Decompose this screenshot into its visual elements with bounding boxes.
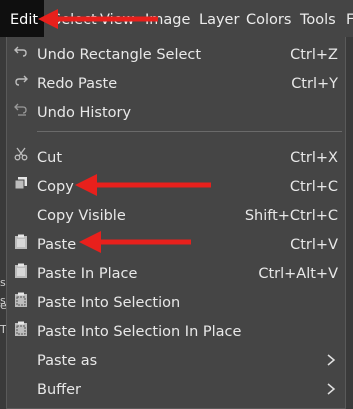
menu-item-buffer[interactable]: Buffer [7, 374, 345, 403]
menubar-layer[interactable]: Layer [199, 0, 239, 37]
menu-item-undo[interactable]: Undo Rectangle Select Ctrl+Z [7, 39, 345, 68]
menu-item-label: Undo History [37, 105, 132, 121]
menu-item-paste-as[interactable]: Paste as [7, 345, 345, 374]
menu-item-cut[interactable]: Cut Ctrl+X [7, 142, 345, 171]
clipboard-icon [13, 263, 29, 281]
chevron-right-icon [327, 354, 336, 366]
menu-item-copy-visible[interactable]: Copy Visible Shift+Ctrl+C [7, 200, 345, 229]
menu-item-paste-into-selection[interactable]: Paste Into Selection [7, 287, 345, 316]
annotation-arrow-paste [79, 231, 191, 253]
chevron-right-icon [327, 383, 336, 395]
redo-icon [13, 73, 29, 91]
menubar-tools[interactable]: Tools [300, 0, 336, 37]
menu-item-undo-history[interactable]: Undo History [7, 97, 345, 126]
copy-icon [13, 176, 29, 194]
undo-icon [13, 44, 29, 62]
background-canvas-right [346, 37, 353, 409]
menubar-colors[interactable]: Colors [246, 0, 291, 37]
undo-history-icon [13, 102, 29, 120]
annotation-arrow-copy [75, 174, 211, 196]
background-glyph: s [0, 276, 6, 289]
menu-item-redo[interactable]: Redo Paste Ctrl+Y [7, 68, 345, 97]
menu-separator [37, 131, 342, 132]
clipboard-icon [13, 234, 29, 252]
menu-item-paste-in-place[interactable]: Paste In Place Ctrl+Alt+V [7, 258, 345, 287]
menu-item-label: Buffer [37, 382, 82, 398]
edit-dropdown-menu: Undo Rectangle Select Ctrl+Z Redo Paste … [6, 37, 346, 409]
menubar-f[interactable]: F [346, 0, 353, 37]
menu-item-paste-into-selection-in-place[interactable]: Paste Into Selection In Place [7, 316, 345, 345]
scissors-icon [13, 147, 29, 165]
annotation-arrow-edit [38, 9, 158, 29]
paste-into-icon [13, 292, 29, 310]
paste-into-icon [13, 321, 29, 339]
